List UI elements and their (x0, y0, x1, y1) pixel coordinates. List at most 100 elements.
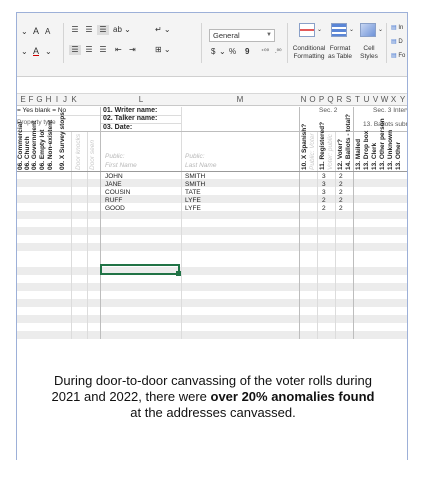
col-header[interactable]: U (362, 95, 371, 104)
fill-handle[interactable] (176, 271, 181, 276)
registered-cell[interactable]: 3 (322, 181, 326, 189)
last-name-cell[interactable]: SMITH (185, 173, 205, 181)
registered-cell[interactable]: 2 (322, 205, 326, 213)
delete-label: D (398, 39, 403, 45)
col-header[interactable]: T (353, 95, 362, 104)
voter-cell[interactable]: 2 (339, 189, 343, 197)
col-header[interactable]: M (181, 95, 299, 104)
chevron-down-icon[interactable]: ⌄ (349, 25, 354, 35)
orientation-icon[interactable]: ab ⌄ (113, 25, 131, 35)
header-ballots-total: 14. Ballots - total? (345, 114, 352, 170)
last-name-cell[interactable]: LYFE (185, 205, 201, 213)
col-header[interactable]: O (308, 95, 317, 104)
number-format-select[interactable]: General ▼ (209, 29, 275, 42)
registered-cell[interactable]: 2 (322, 197, 326, 205)
col-header[interactable]: H (44, 95, 53, 104)
align-right-icon[interactable]: ☰ (97, 45, 109, 55)
col-header[interactable]: L (101, 95, 181, 104)
merge-center-icon[interactable]: ⊞ ⌄ (155, 45, 171, 55)
row-band (17, 227, 407, 235)
col-header[interactable]: I (53, 95, 61, 104)
last-name-cell[interactable]: SMITH (185, 181, 205, 189)
registered-cell[interactable]: 3 (322, 173, 326, 181)
last-name-public: Public: (185, 153, 205, 160)
insert-label: In (398, 25, 404, 31)
last-name-cell[interactable]: TATE (185, 189, 201, 197)
align-top-icon[interactable]: ☰ (69, 25, 81, 35)
format-as-table-label[interactable]: Format as Table (325, 45, 355, 61)
delete-button[interactable]: ▤ D (391, 37, 403, 47)
col-header[interactable]: Q (326, 95, 335, 104)
first-name-header: First Name (105, 162, 137, 169)
row-band (17, 283, 407, 291)
ribbon-separator (287, 23, 288, 63)
caption-emphasis: over 20% anomalies found (210, 389, 375, 404)
col-header[interactable]: V (371, 95, 380, 104)
col-header[interactable]: E (19, 95, 27, 104)
chevron-down-icon[interactable]: ⌄ (317, 25, 322, 35)
col-header[interactable]: K (69, 95, 79, 104)
decrease-indent-icon[interactable]: ⇤ (115, 45, 122, 55)
voter-cell[interactable]: 2 (339, 197, 343, 205)
ribbon-separator (201, 23, 202, 63)
spreadsheet-grid[interactable]: = Yes blank = No Property type 01. Write… (17, 107, 407, 339)
col-header[interactable]: P (317, 95, 326, 104)
align-center-icon[interactable]: ☰ (83, 45, 95, 55)
font-color-caret[interactable]: ⌄ (45, 47, 52, 57)
col-header[interactable]: Y (398, 95, 407, 104)
grid-line (100, 107, 101, 339)
first-name-cell[interactable]: JANE (105, 181, 122, 189)
font-color-button[interactable]: A (33, 46, 39, 56)
registered-cell[interactable]: 3 (322, 189, 326, 197)
col-header[interactable]: X (389, 95, 398, 104)
col-header[interactable]: G (35, 95, 44, 104)
align-left-icon[interactable]: ☰ (69, 45, 81, 55)
insert-button[interactable]: ▤ In (391, 23, 403, 33)
cell-styles-icon[interactable] (360, 23, 376, 37)
row-band (17, 299, 407, 307)
first-name-cell[interactable]: JOHN (105, 173, 123, 181)
cell-styles-label[interactable]: Cell Styles (357, 45, 381, 61)
increase-font-size-button[interactable]: A (33, 26, 39, 36)
col-header[interactable]: S (344, 95, 353, 104)
chevron-down-icon[interactable]: ⌄ (378, 25, 383, 35)
selected-cell[interactable] (100, 264, 181, 276)
col-header[interactable]: R (335, 95, 344, 104)
align-bottom-icon[interactable]: ☰ (97, 25, 109, 35)
first-name-cell[interactable]: GOOD (105, 205, 125, 213)
first-name-cell[interactable]: COUSIN (105, 189, 130, 197)
header-door-knocks: Door knocks (75, 133, 82, 170)
currency-button[interactable]: $ (211, 47, 215, 57)
col-header[interactable]: N (299, 95, 308, 104)
format-as-table-icon[interactable] (331, 23, 347, 37)
header-spanish: 10. X Spanish? (301, 123, 308, 170)
decrease-font-size-button[interactable]: A (45, 27, 50, 37)
col-header[interactable]: J (61, 95, 69, 104)
increase-indent-icon[interactable]: ⇥ (129, 45, 136, 55)
col-header[interactable]: F (27, 95, 35, 104)
last-name-cell[interactable]: LYFE (185, 197, 201, 205)
slide-frame: ⌄ A A ⌄ A ⌄ ☰ ☰ ☰ ab ⌄ ☰ ☰ ☰ ⇤ ⇥ ↵ ⌄ ⊞ ⌄… (16, 12, 408, 460)
first-name-cell[interactable]: RUFF (105, 197, 122, 205)
grid-line (317, 131, 318, 339)
col-header[interactable]: W (380, 95, 389, 104)
column-headers: E F G H I J K L M N O P Q R S T U V W X … (17, 93, 407, 106)
talker-name-label: 02. Talker name: (103, 115, 158, 122)
increase-decimal-icon[interactable]: ⁺⁰⁰ (261, 47, 269, 57)
grid-line (353, 107, 354, 339)
voter-cell[interactable]: 2 (339, 205, 343, 213)
voter-cell[interactable]: 2 (339, 181, 343, 189)
currency-caret[interactable]: ⌄ (219, 47, 226, 57)
align-middle-icon[interactable]: ☰ (83, 25, 95, 35)
comma-style-button[interactable]: 9 (245, 47, 249, 57)
voter-cell[interactable]: 2 (339, 173, 343, 181)
wrap-text-icon[interactable]: ↵ ⌄ (155, 25, 171, 35)
decrease-decimal-icon[interactable]: .⁰⁰ (275, 47, 281, 57)
conditional-formatting-label[interactable]: Conditional Formatting (291, 45, 327, 61)
font-size-dropdown-caret[interactable]: ⌄ (21, 27, 28, 37)
format-button[interactable]: ▤ Fo (391, 51, 405, 61)
fill-color-caret[interactable]: ⌄ (21, 47, 28, 57)
percent-button[interactable]: % (229, 47, 236, 57)
insert-icon: ▤ (391, 25, 397, 31)
conditional-formatting-icon[interactable] (299, 23, 315, 37)
